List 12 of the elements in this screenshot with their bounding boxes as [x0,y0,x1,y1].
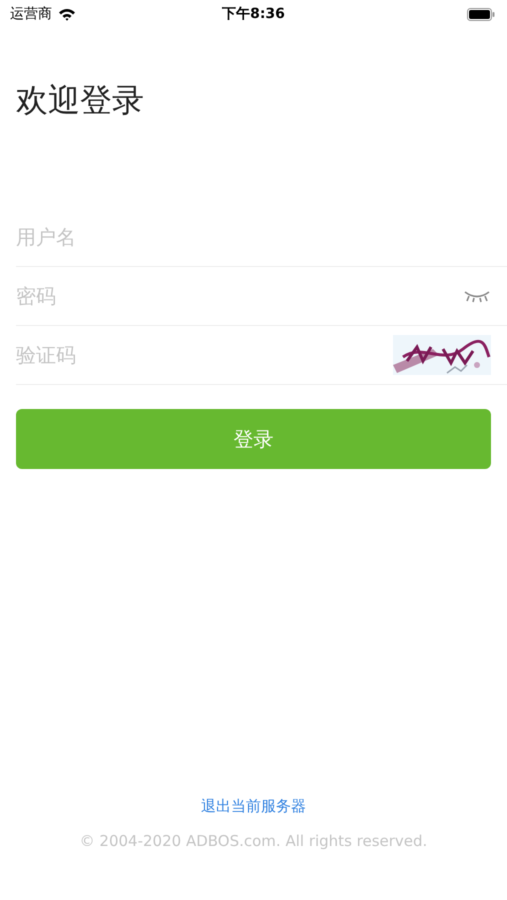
eye-closed-icon[interactable] [463,289,491,303]
copyright: © 2004-2020 ADBOS.com. All rights reserved. [78,830,428,852]
captcha-field[interactable]: 验证码 [16,335,393,375]
clock: 下午8:36 [222,4,285,24]
page-title: 欢迎登录 [16,80,145,121]
exit-server-link[interactable]: 退出当前服务器 [201,795,306,818]
password-field[interactable]: 密码 [16,276,463,316]
carrier: 运营商 [10,4,52,24]
wifi-icon [58,8,76,20]
username-field[interactable]: 用户名 [16,217,491,257]
login-button[interactable]: 登录 [16,409,491,469]
battery-icon [467,8,495,20]
